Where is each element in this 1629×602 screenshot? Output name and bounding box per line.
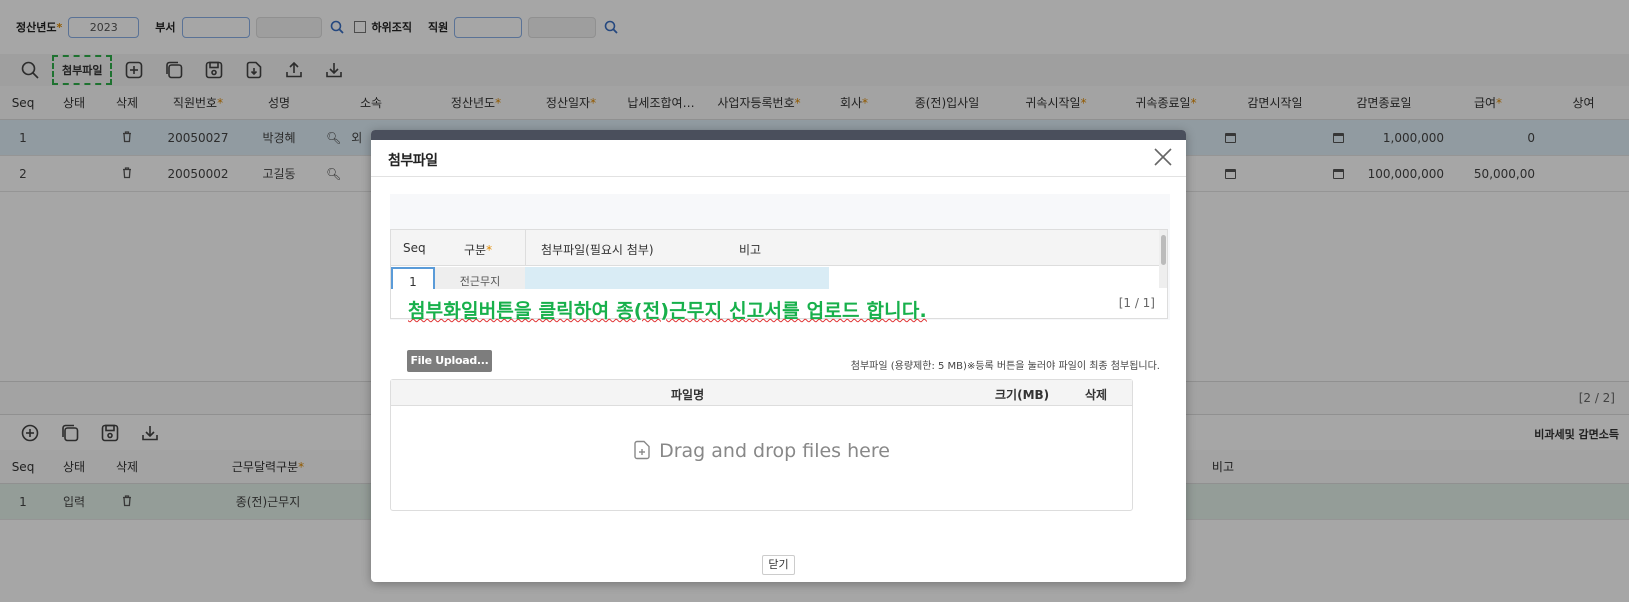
upload-note: 첨부파일 (용량제한: 5 MB)※등록 버튼을 눌러야 파일이 최종 첨부됩니…: [850, 361, 1160, 372]
col-file-delete: 삭제: [1085, 388, 1108, 402]
attachment-grid-pager: [1 / 1]: [1118, 296, 1155, 310]
close-icon[interactable]: [1152, 146, 1176, 170]
row-seq: 1: [391, 267, 435, 289]
file-table-header: 파일명 크기(MB) 삭제: [391, 380, 1132, 406]
close-button[interactable]: 닫기: [762, 555, 795, 575]
modal-divider: [371, 176, 1186, 177]
file-upload-button[interactable]: File Upload...: [407, 350, 492, 372]
modal-top-strip: [371, 130, 1186, 140]
file-add-icon: [634, 440, 650, 460]
attachment-grid-header: Seq 구분* 첨부파일(필요시 첨부) 비고: [391, 230, 1167, 266]
instruction-text: 첨부화일버튼을 클릭하여 종(전)근무지 신고서를 업로드 합니다.: [408, 300, 927, 322]
dropzone[interactable]: Drag and drop files here: [391, 440, 1132, 462]
attachment-modal: 첨부파일 Seq 구분* 첨부파일(필요시 첨부) 비고 1 전근무지 [1 /…: [371, 130, 1186, 582]
row-type: 전근무지: [435, 267, 525, 289]
file-table: 파일명 크기(MB) 삭제 Drag and drop files here: [390, 379, 1133, 511]
scrollbar[interactable]: [1159, 230, 1167, 288]
dropzone-text: Drag and drop files here: [659, 440, 890, 462]
table-row[interactable]: 1 전근무지: [391, 267, 1167, 289]
modal-title: 첨부파일: [388, 153, 438, 169]
attachment-cell[interactable]: [525, 267, 829, 289]
col-file-name: 파일명: [671, 388, 705, 402]
col-file-size: 크기(MB): [995, 388, 1050, 402]
